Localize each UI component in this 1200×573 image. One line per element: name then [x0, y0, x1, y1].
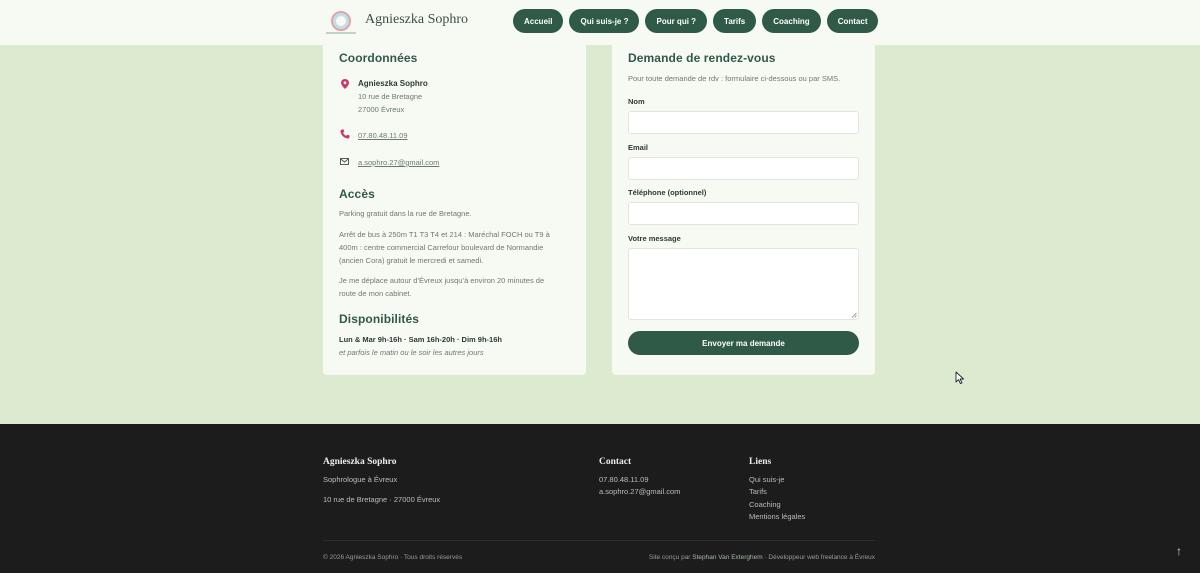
nav-tarifs[interactable]: Tarifs: [713, 9, 757, 33]
phone-icon: [340, 129, 350, 139]
footer-links-title: Liens: [749, 457, 772, 467]
form-title: Demande de rendez-vous: [628, 51, 776, 65]
credit-author-link[interactable]: Stephan Van Exterghem: [692, 554, 762, 561]
contact-info-card: Coordonnées Agnieszka Sophro 10 rue de B…: [323, 40, 586, 375]
acces-travel-line2: route de mon cabinet.: [339, 289, 412, 298]
name-input[interactable]: [628, 111, 859, 134]
contact-street: 10 rue de Bretagne: [358, 92, 423, 101]
logo-subtitle-mark: [326, 32, 356, 34]
phone-label: Téléphone (optionnel): [628, 188, 707, 197]
footer-tagline: Sophrologue à Évreux: [323, 475, 398, 484]
disponibilites-note: et parfois le matin ou le soir les autre…: [339, 348, 484, 357]
site-header: Agnieszka Sophro Accueil Qui suis-je ? P…: [0, 0, 1200, 45]
email-input[interactable]: [628, 157, 859, 180]
nav-contact[interactable]: Contact: [826, 9, 879, 33]
contact-phone-link[interactable]: 07.80.48.11.09: [358, 129, 408, 142]
appointment-form-card: Demande de rendez-vous Pour toute demand…: [612, 40, 875, 375]
footer-address: 10 rue de Bretagne · 27000 Évreux: [323, 495, 441, 504]
credit-suffix: · Développeur web freelance à Évreux: [762, 554, 875, 561]
nav-pour-qui[interactable]: Pour qui ?: [645, 9, 708, 33]
acces-parking: Parking gratuit dans la rue de Bretagne.: [339, 209, 472, 218]
mail-icon: [340, 158, 349, 165]
email-label: Email: [628, 143, 649, 152]
submit-button[interactable]: Envoyer ma demande: [628, 331, 859, 355]
footer-divider: [323, 540, 875, 541]
footer-phone-link[interactable]: 07.80.48.11.09: [599, 474, 649, 487]
message-textarea[interactable]: [628, 248, 859, 320]
disponibilites-hours: Lun & Mar 9h-16h · Sam 16h-20h · Dim 9h-…: [339, 335, 502, 344]
acces-bus-line2: 400m : centre commercial Carrefour boule…: [339, 243, 544, 252]
acces-bus-line1: Arrêt de bus à 250m T1 T3 T4 et 214 : Ma…: [339, 230, 550, 239]
footer-copyright: © 2026 Agnieszka Sophro · Tous droits ré…: [323, 554, 463, 561]
footer-link-tarifs[interactable]: Tarifs: [749, 486, 767, 499]
footer-link-qui-suis-je[interactable]: Qui suis-je: [749, 474, 784, 487]
credit-prefix: Site conçu par: [648, 554, 693, 561]
back-to-top-icon[interactable]: ↑: [1176, 544, 1182, 558]
name-label: Nom: [628, 97, 645, 106]
footer-contact-title: Contact: [599, 457, 632, 467]
message-label: Votre message: [628, 234, 681, 243]
logo-icon[interactable]: [331, 11, 351, 31]
footer-brand: Agnieszka Sophro: [323, 457, 397, 467]
footer-link-mentions[interactable]: Mentions légales: [749, 511, 805, 524]
contact-email-link[interactable]: a.sophro.27@gmail.com: [358, 156, 439, 169]
main-nav: Accueil Qui suis-je ? Pour qui ? Tarifs …: [513, 9, 879, 33]
nav-accueil[interactable]: Accueil: [513, 9, 564, 33]
map-pin-icon: [341, 79, 349, 89]
footer-credit: Site conçu par Stephan Van Exterghem · D…: [649, 554, 875, 561]
acces-title: Accès: [339, 187, 375, 201]
form-intro: Pour toute demande de rdv : formulaire c…: [628, 74, 841, 83]
brand-name[interactable]: Agnieszka Sophro: [365, 12, 468, 28]
site-footer: Agnieszka Sophro Sophrologue à Évreux 10…: [0, 424, 1200, 573]
nav-qui-suis-je[interactable]: Qui suis-je ?: [569, 9, 640, 33]
acces-bus-line3: (ancien Cora) gratuit le mercredi et sam…: [339, 256, 484, 265]
footer-email-link[interactable]: a.sophro.27@gmail.com: [599, 486, 680, 499]
mouse-cursor-icon: [955, 371, 965, 385]
nav-coaching[interactable]: Coaching: [762, 9, 821, 33]
phone-input[interactable]: [628, 202, 859, 225]
disponibilites-title: Disponibilités: [339, 312, 420, 326]
coordonnees-title: Coordonnées: [339, 51, 418, 65]
resize-handle-icon[interactable]: [851, 312, 857, 318]
contact-city: 27000 Évreux: [358, 105, 405, 114]
footer-link-coaching[interactable]: Coaching: [749, 499, 781, 512]
contact-name: Agnieszka Sophro: [358, 79, 428, 88]
acces-travel-line1: Je me déplace autour d’Évreux jusqu’à en…: [339, 276, 545, 285]
